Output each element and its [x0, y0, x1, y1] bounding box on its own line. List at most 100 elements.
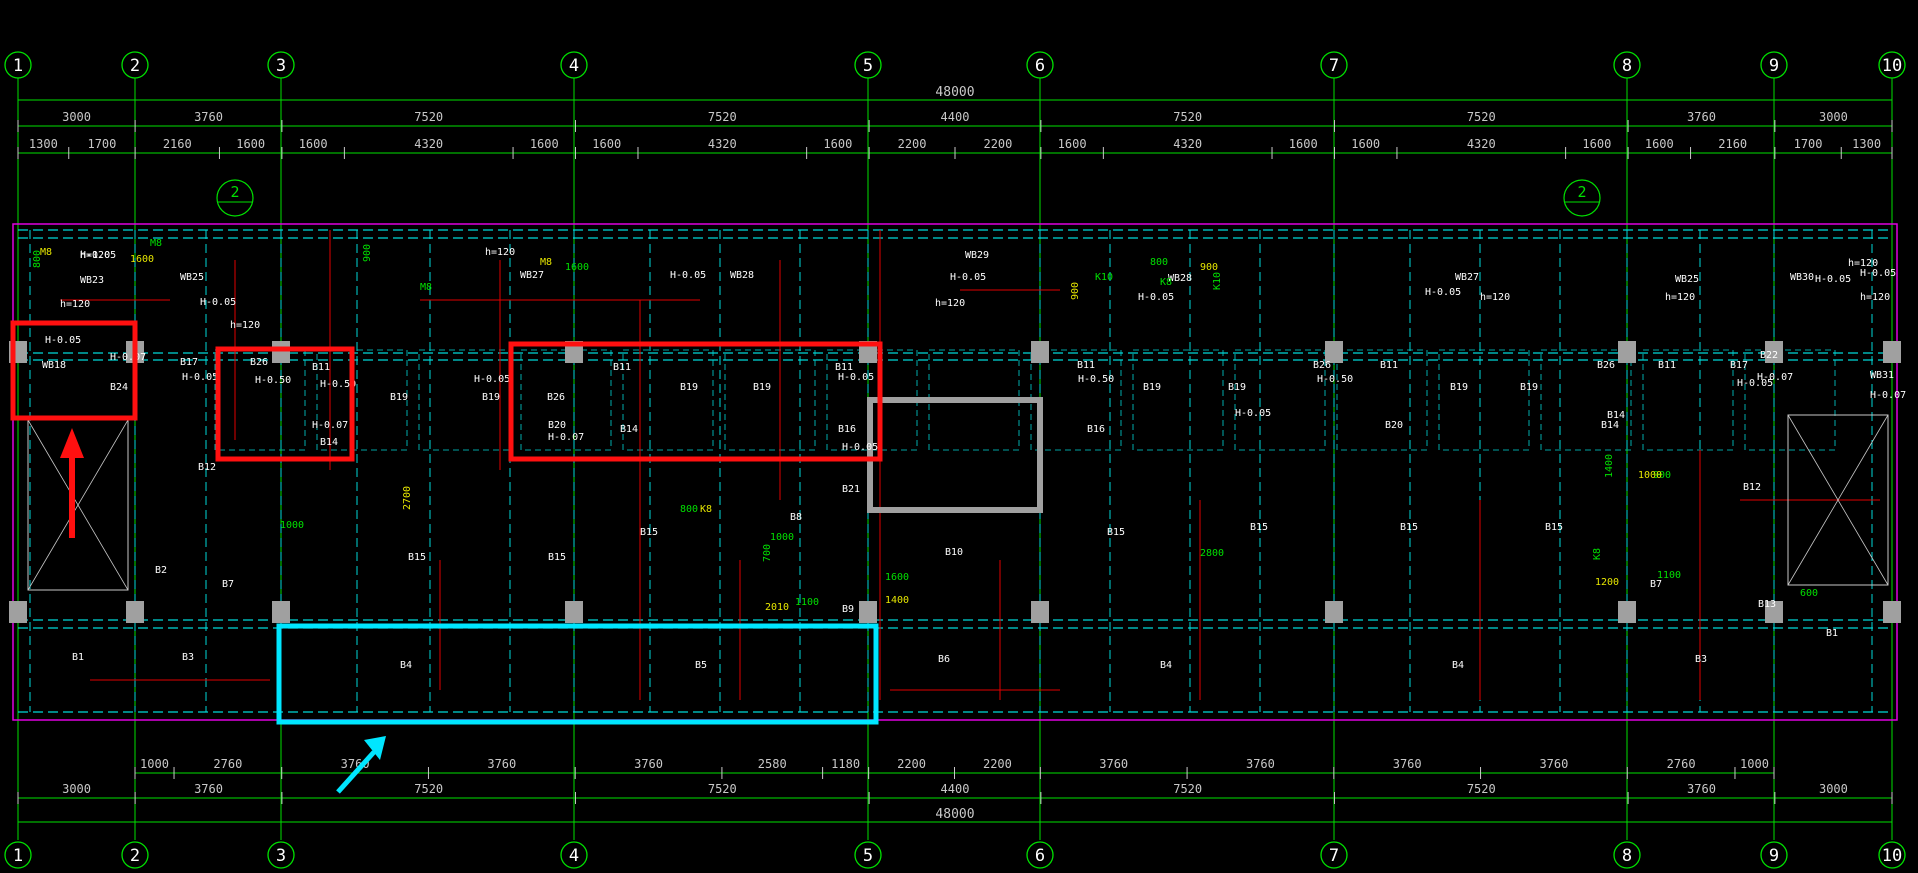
- slab-label-52: B26: [1597, 360, 1615, 371]
- axis-bubble-bottom-5: 5: [854, 841, 882, 869]
- axis-bubble-label: 9: [1769, 846, 1779, 866]
- slab-label-78: B4: [400, 660, 412, 671]
- axis-bubble-label: 6: [1035, 56, 1045, 76]
- dim-top-row2-label-9: 1600: [823, 137, 852, 151]
- rebar-label-25: 1400: [1604, 454, 1615, 478]
- axis-bubble-label: 7: [1329, 846, 1339, 866]
- dim-bottom-row2-label-1: 3760: [194, 782, 223, 796]
- axis-bubble-top-9: 9: [1760, 51, 1788, 79]
- slab-label-47: B26: [1313, 360, 1331, 371]
- slab-label-14: H-0.05: [1138, 292, 1174, 303]
- dim-bottom-row2-label-0: 3000: [62, 782, 91, 796]
- dim-top-row2-label-5: 4320: [414, 137, 443, 151]
- slab-label-56: B22: [1760, 350, 1778, 361]
- slab-label-97: B14: [1607, 410, 1625, 421]
- slab-label-11: H-0.05: [950, 272, 986, 283]
- slab-label-48: H-0.50: [1317, 374, 1353, 385]
- dim-bottom-row1-label-0: 1000: [140, 757, 169, 771]
- rebar-label-14: 800: [680, 504, 698, 515]
- rebar-label-1: 800: [32, 250, 43, 268]
- axis-bubble-top-3: 3: [267, 51, 295, 79]
- slab-label-41: H-0.05: [842, 442, 878, 453]
- slab-label-85: H-0.05: [45, 335, 81, 346]
- slab-label-32: H-0.05: [474, 374, 510, 385]
- rebar-label-17: 700: [762, 544, 773, 562]
- dim-top-row2-label-6: 1600: [530, 137, 559, 151]
- column-4-1: [859, 601, 877, 623]
- axis-bubble-bottom-1: 1: [4, 841, 32, 869]
- slab-label-86: WB18: [42, 360, 66, 371]
- slab-label-8: WB28: [730, 270, 754, 281]
- slab-label-46: H-0.05: [1235, 408, 1271, 419]
- axis-bubble-label: 6: [1035, 846, 1045, 866]
- dim-top-row2-label-2: 2160: [163, 137, 192, 151]
- dim-top-row2-label-7: 1600: [592, 137, 621, 151]
- rebar-label-7: 1600: [565, 262, 589, 273]
- column-2-0: [272, 341, 290, 363]
- rebar-label-28: 1100: [1657, 570, 1681, 581]
- axis-bubble-top-2: 2: [121, 51, 149, 79]
- dim-top-row2-label-19: 2160: [1718, 137, 1747, 151]
- axis-bubble-top-10: 10: [1878, 51, 1906, 79]
- dim-bottom-row1-label-9: 3760: [1099, 757, 1128, 771]
- dim-top-row1-label-5: 7520: [1173, 110, 1202, 124]
- dim-top-row1-label-7: 3760: [1687, 110, 1716, 124]
- slab-label-53: B11: [1658, 360, 1676, 371]
- dim-bottom-row1-label-6: 1180: [831, 757, 860, 771]
- slab-label-67: B15: [1250, 522, 1268, 533]
- rebar-label-5: 900: [362, 244, 373, 262]
- slab-label-23: H-0.05: [1860, 268, 1896, 279]
- slab-label-51: B19: [1520, 382, 1538, 393]
- axis-bubble-top-1: 1: [4, 51, 32, 79]
- slab-label-22: WB30: [1790, 272, 1814, 283]
- dim-bottom-row1-label-12: 3760: [1539, 757, 1568, 771]
- slab-label-63: B21: [842, 484, 860, 495]
- column-9-0: [1883, 341, 1901, 363]
- axis-bubble-bottom-7: 7: [1320, 841, 1348, 869]
- slab-label-60: B15: [408, 552, 426, 563]
- dim-bottom-row2-label-4: 4400: [941, 782, 970, 796]
- slab-label-81: B4: [1160, 660, 1172, 671]
- slab-label-24: h=120: [1860, 292, 1890, 303]
- slab-label-82: B4: [1452, 660, 1464, 671]
- slab-label-4: H-0.05: [200, 297, 236, 308]
- dim-top-row2-label-13: 4320: [1173, 137, 1202, 151]
- axis-bubble-label: 4: [569, 56, 579, 76]
- slab-label-17: H-0.05: [1425, 287, 1461, 298]
- slab-label-6: WB27: [520, 270, 544, 281]
- rebar-label-10: 800: [1150, 257, 1168, 268]
- rebar-label-11: K8: [1160, 277, 1172, 288]
- slab-label-98: H-0.07: [1870, 390, 1906, 401]
- dim-bottom-row1-label-10: 3760: [1246, 757, 1275, 771]
- slab-label-96: B14: [1601, 420, 1619, 431]
- slab-label-92: H-0.07: [548, 432, 584, 443]
- axis-bubble-bottom-3: 3: [267, 841, 295, 869]
- slab-label-75: B13: [1758, 599, 1776, 610]
- slab-label-61: B15: [548, 552, 566, 563]
- dim-bottom-row1-label-4: 3760: [634, 757, 663, 771]
- slab-label-95: B20: [1385, 420, 1403, 431]
- slab-label-43: H-0.50: [1078, 374, 1114, 385]
- axis-bubble-label: 9: [1769, 56, 1779, 76]
- slab-label-68: B15: [1400, 522, 1418, 533]
- axis-bubble-bottom-6: 6: [1026, 841, 1054, 869]
- column-0-1: [9, 601, 27, 623]
- dim-bottom-row1-label-14: 1000: [1740, 757, 1769, 771]
- slab-label-39: H-0.05: [838, 372, 874, 383]
- axis-bubble-label: 1: [13, 846, 23, 866]
- rebar-label-19: 1100: [795, 597, 819, 608]
- axis-bubble-bottom-10: 10: [1878, 841, 1906, 869]
- dim-bottom-row1-label-11: 3760: [1393, 757, 1422, 771]
- slab-label-29: B11: [312, 362, 330, 373]
- dim-bottom-row1-label-7: 2200: [897, 757, 926, 771]
- slab-label-34: B26: [547, 392, 565, 403]
- column-5-0: [1031, 341, 1049, 363]
- slab-label-71: B2: [155, 565, 167, 576]
- slab-label-1: WB23: [80, 275, 104, 286]
- axis-bubble-label: 8: [1622, 56, 1632, 76]
- axis-bubble-top-7: 7: [1320, 51, 1348, 79]
- rebar-label-2: M8: [150, 238, 162, 249]
- structural-plan-drawing: 48000 3000 3760 7520 7520 4400 7520 7520 3760 300…: [0, 0, 1918, 873]
- slab-label-59: B12: [198, 462, 216, 473]
- rebar-label-6: M8: [540, 257, 552, 268]
